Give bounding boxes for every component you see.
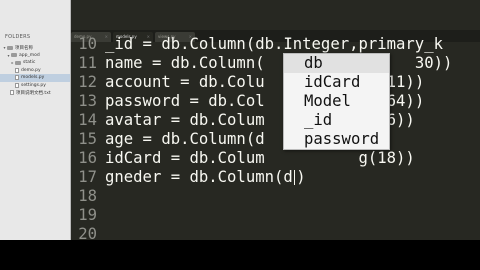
tree-item-label: settings.py xyxy=(21,82,46,88)
code-text: idCard = db.Colum g(18)) xyxy=(105,149,415,167)
code-line: 18 xyxy=(71,186,480,205)
tree-item-demo-py[interactable]: demo.py xyxy=(0,67,70,75)
line-number: 14 xyxy=(78,110,97,129)
code-line: 10 _id = db.Column(db.Integer,primary_k xyxy=(71,34,480,53)
line-number: 18 xyxy=(78,186,97,205)
code-segment: account = db.Colu xyxy=(105,72,265,91)
tree-item-project-folder[interactable]: ▾ 项目名称 xyxy=(0,44,70,52)
file-icon xyxy=(15,67,19,73)
line-number: 12 xyxy=(78,72,97,91)
code-line: 13 password = db.Col ng(64)) xyxy=(71,91,480,110)
editor-window: FOLDERS ▾ 项目名称 ▾ app_mod ▸ static demo.py m… xyxy=(0,0,480,240)
folder-icon xyxy=(15,60,21,65)
text-cursor xyxy=(293,169,296,185)
code-line: 11 name = db.Column( 30)) xyxy=(71,53,480,72)
line-number: 15 xyxy=(78,129,97,148)
tree-item-models-py[interactable]: models.py xyxy=(0,74,70,82)
code-editor[interactable]: 10 _id = db.Column(db.Integer,primary_k … xyxy=(71,35,480,241)
autocomplete-item[interactable]: password xyxy=(284,130,389,149)
line-number: 16 xyxy=(78,148,97,167)
file-icon xyxy=(10,90,14,96)
code-line: 20 xyxy=(71,224,480,241)
code-text: name = db.Column( 30)) xyxy=(105,54,452,72)
folder-open-icon xyxy=(11,53,17,58)
code-segment: _id = db.Column(db.Integer,primary_k xyxy=(105,34,443,53)
line-number: 19 xyxy=(78,205,97,224)
file-tree: ▾ 项目名称 ▾ app_mod ▸ static demo.py models.py… xyxy=(0,44,70,97)
autocomplete-item[interactable]: idCard xyxy=(284,73,389,92)
tree-item-static[interactable]: ▸ static xyxy=(0,59,70,67)
code-text: gneder = db.Column(d) xyxy=(105,167,306,186)
code-segment: gneder = db.Column(d xyxy=(105,167,293,186)
tree-item-label: app_mod xyxy=(19,52,40,58)
autocomplete-item[interactable]: Model xyxy=(284,92,389,111)
code-line: 16 idCard = db.Colum g(18)) xyxy=(71,148,480,167)
line-number: 11 xyxy=(78,53,97,72)
file-icon xyxy=(15,75,19,81)
sidebar: FOLDERS ▾ 项目名称 ▾ app_mod ▸ static demo.py m… xyxy=(0,0,71,240)
code-text: _id = db.Column(db.Integer,primary_k xyxy=(105,35,443,53)
folder-open-icon xyxy=(7,45,13,50)
tree-item-label: 项目名称 xyxy=(15,45,33,51)
line-number: 20 xyxy=(78,224,97,241)
code-line-current: 17 gneder = db.Column(d) xyxy=(71,167,480,186)
sidebar-header: FOLDERS xyxy=(5,34,31,40)
code-text: age = db.Column(d xyxy=(105,130,265,148)
code-segment: name = db.Column( xyxy=(105,53,265,72)
code-segment: avatar = db.Colum xyxy=(105,110,265,129)
autocomplete-popup: db idCard Model _id password xyxy=(283,53,390,150)
tree-item-label: demo.py xyxy=(21,67,41,73)
autocomplete-item[interactable]: _id xyxy=(284,111,389,130)
code-line: 12 account = db.Colu ng(11)) xyxy=(71,72,480,91)
line-number: 13 xyxy=(78,91,97,110)
file-icon xyxy=(15,82,19,88)
code-line: 19 xyxy=(71,205,480,224)
tree-item-readme-txt[interactable]: 项目说明文档.txt xyxy=(0,89,70,97)
code-segment: age = db.Column(d xyxy=(105,129,265,148)
code-line: 15 age = db.Column(d xyxy=(71,129,480,148)
tree-item-label: 项目说明文档.txt xyxy=(16,90,51,96)
tree-item-label: models.py xyxy=(21,75,45,81)
letterbox-bar xyxy=(0,240,480,270)
tree-item-label: static xyxy=(23,60,36,66)
tree-item-settings-py[interactable]: settings.py xyxy=(0,82,70,90)
line-number: 17 xyxy=(78,167,97,186)
code-segment: idCard = db.Colum xyxy=(105,148,265,167)
line-number: 10 xyxy=(78,34,97,53)
code-segment: password = db.Col xyxy=(105,91,265,110)
code-segment: g(18)) xyxy=(264,148,415,167)
code-line: 14 avatar = db.Colum (256)) xyxy=(71,110,480,129)
autocomplete-item[interactable]: db xyxy=(284,54,389,73)
tree-item-app-mod[interactable]: ▾ app_mod xyxy=(0,52,70,60)
